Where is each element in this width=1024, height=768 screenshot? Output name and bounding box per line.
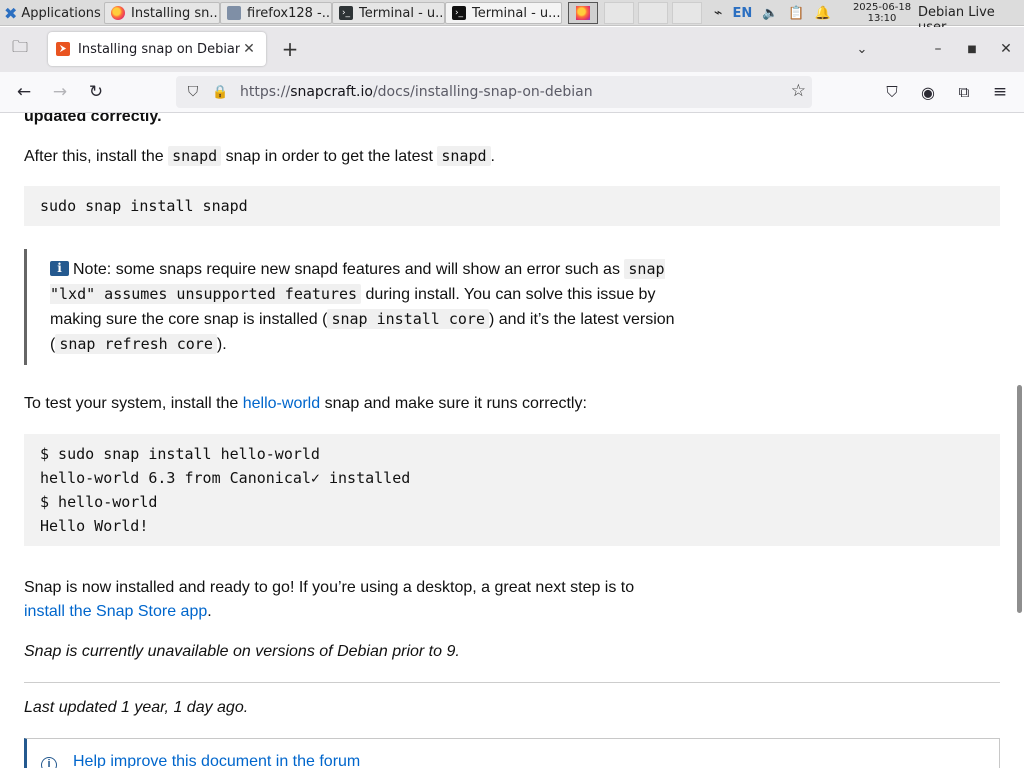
tab-strip: 🗀 ⮞ Installing snap on Debian ✕ + ⌄ – ■ … bbox=[0, 27, 1024, 72]
desktop-panel: ✖ Applications ⁝ Installing sn... firefo… bbox=[0, 0, 1024, 35]
terminal-icon: ›_ bbox=[452, 6, 466, 20]
new-tab-icon[interactable]: + bbox=[276, 35, 304, 63]
extensions-puzzle-icon[interactable]: ⧉ bbox=[950, 78, 978, 106]
tab-installing-snap[interactable]: ⮞ Installing snap on Debian ✕ bbox=[48, 32, 266, 66]
snapcraft-favicon-icon: ⮞ bbox=[56, 42, 70, 56]
workspace-4-button[interactable] bbox=[672, 2, 702, 24]
clock-date: 2025-06-18 bbox=[852, 2, 912, 13]
taskbar-item-firefox[interactable]: Installing sn... bbox=[104, 2, 220, 24]
firefox-view-icon[interactable]: 🗀 bbox=[6, 35, 34, 63]
inline-code: snap refresh core bbox=[55, 334, 217, 354]
tracking-shield-icon[interactable]: ⛉ bbox=[184, 84, 202, 100]
terminal-icon: ›_ bbox=[339, 6, 353, 20]
unavailable-note: Snap is currently unavailable on version… bbox=[24, 643, 460, 660]
taskbar-item-terminal-1[interactable]: ›_ Terminal - u... bbox=[332, 2, 445, 24]
taskbar-item-label: Installing sn... bbox=[131, 5, 220, 21]
tab-close-icon[interactable]: ✕ bbox=[240, 41, 258, 57]
url-host: snapcraft.io bbox=[290, 84, 373, 100]
forward-arrow-icon[interactable]: → bbox=[46, 78, 74, 106]
workspace-2-button[interactable] bbox=[604, 2, 634, 24]
clock-time: 13:10 bbox=[867, 13, 897, 24]
maximize-icon[interactable]: ■ bbox=[958, 35, 986, 63]
applications-label: Applications bbox=[21, 5, 101, 21]
last-updated: Last updated 1 year, 1 day ago. bbox=[24, 699, 249, 716]
hello-world-link[interactable]: hello-world bbox=[243, 395, 320, 412]
text: To test your system, install the bbox=[24, 395, 243, 412]
note-callout: i Note: some snaps require new snapd feat… bbox=[24, 249, 684, 365]
taskbar-item-file-manager[interactable]: firefox128 -... bbox=[220, 2, 332, 24]
xfce-logo-icon: ✖ bbox=[4, 3, 18, 23]
taskbar-item-label: Terminal - u... bbox=[359, 5, 445, 21]
taskbar-item-terminal-2[interactable]: ›_ Terminal - u... bbox=[445, 2, 562, 24]
account-icon[interactable]: ◉ bbox=[914, 78, 942, 106]
inline-code: snapd bbox=[437, 146, 491, 166]
text: Snap is now installed and ready to go! I… bbox=[24, 579, 635, 596]
url-prefix: https:// bbox=[240, 84, 291, 100]
taskbar-item-label: Terminal - u... bbox=[472, 5, 561, 21]
text: ). bbox=[216, 336, 227, 353]
inline-code: snapd bbox=[168, 146, 222, 166]
divider bbox=[24, 682, 1000, 683]
keyboard-layout[interactable]: EN bbox=[732, 6, 752, 21]
paragraph-install-snapd: After this, install the snapd snap in or… bbox=[24, 144, 495, 169]
navigation-toolbar: ← → ↻ ⛉ 🔒 https://snapcraft.io/docs/inst… bbox=[0, 72, 1024, 113]
taskbar-item-label: firefox128 -... bbox=[247, 5, 332, 21]
volume-icon[interactable]: 🔈 bbox=[762, 6, 778, 21]
cut-off-text: updated correctly. bbox=[24, 113, 162, 125]
reload-icon[interactable]: ↻ bbox=[82, 78, 110, 106]
text: . bbox=[490, 148, 495, 165]
bookmark-star-icon[interactable]: ☆ bbox=[791, 81, 806, 101]
lock-icon[interactable]: 🔒 bbox=[212, 85, 228, 100]
back-arrow-icon[interactable]: ← bbox=[10, 78, 38, 106]
paragraph-ready: Snap is now installed and ready to go! I… bbox=[24, 576, 654, 624]
workspace-1-button[interactable] bbox=[568, 2, 598, 24]
text: . bbox=[207, 603, 212, 620]
text: After this, install the bbox=[24, 148, 169, 165]
text: snap in order to get the latest bbox=[221, 148, 438, 165]
applications-menu[interactable]: ✖ Applications ⁝ bbox=[2, 2, 110, 24]
firefox-icon bbox=[111, 6, 125, 20]
firefox-icon bbox=[576, 6, 590, 20]
text: snap and make sure it runs correctly: bbox=[320, 395, 587, 412]
url-text[interactable]: https://snapcraft.io/docs/installing-sna… bbox=[240, 84, 593, 100]
inline-code: snap install core bbox=[327, 309, 489, 329]
code-block-install-snapd[interactable]: sudo snap install snapd bbox=[24, 186, 1000, 226]
info-circle-icon: i bbox=[41, 757, 57, 768]
page-content: updated correctly. After this, install t… bbox=[0, 113, 1016, 768]
notifications-bell-icon[interactable]: 🔔 bbox=[815, 6, 831, 21]
help-forum-link[interactable]: Help improve this document in the forum bbox=[73, 753, 360, 768]
list-all-tabs-chevron-icon[interactable]: ⌄ bbox=[848, 35, 876, 63]
minimize-icon[interactable]: – bbox=[924, 35, 952, 63]
snap-store-link[interactable]: install the Snap Store app bbox=[24, 603, 207, 620]
page-scrollbar[interactable] bbox=[1017, 385, 1022, 613]
folder-icon bbox=[227, 6, 241, 20]
clipboard-icon[interactable]: 📋 bbox=[788, 6, 804, 21]
pocket-icon[interactable]: ⛉ bbox=[878, 78, 906, 106]
code-block-hello-world[interactable]: $ sudo snap install hello-world hello-wo… bbox=[24, 434, 1000, 546]
url-path: /docs/installing-snap-on-debian bbox=[372, 84, 593, 100]
window-close-icon[interactable]: ✕ bbox=[992, 35, 1020, 63]
hamburger-menu-icon[interactable]: ≡ bbox=[986, 78, 1014, 106]
help-improve-box: i Help improve this document in the foru… bbox=[24, 738, 1000, 768]
tab-title: Installing snap on Debian bbox=[78, 41, 240, 57]
paragraph-test-system: To test your system, install the hello-w… bbox=[24, 392, 587, 416]
network-icon[interactable]: ⌁ bbox=[714, 5, 722, 21]
url-bar[interactable]: ⛉ 🔒 https://snapcraft.io/docs/installing… bbox=[176, 76, 812, 108]
info-icon: i bbox=[50, 261, 69, 276]
text: Note: some snaps require new snapd featu… bbox=[73, 261, 625, 278]
clock[interactable]: 2025-06-18 13:10 bbox=[850, 2, 914, 24]
workspace-3-button[interactable] bbox=[638, 2, 668, 24]
